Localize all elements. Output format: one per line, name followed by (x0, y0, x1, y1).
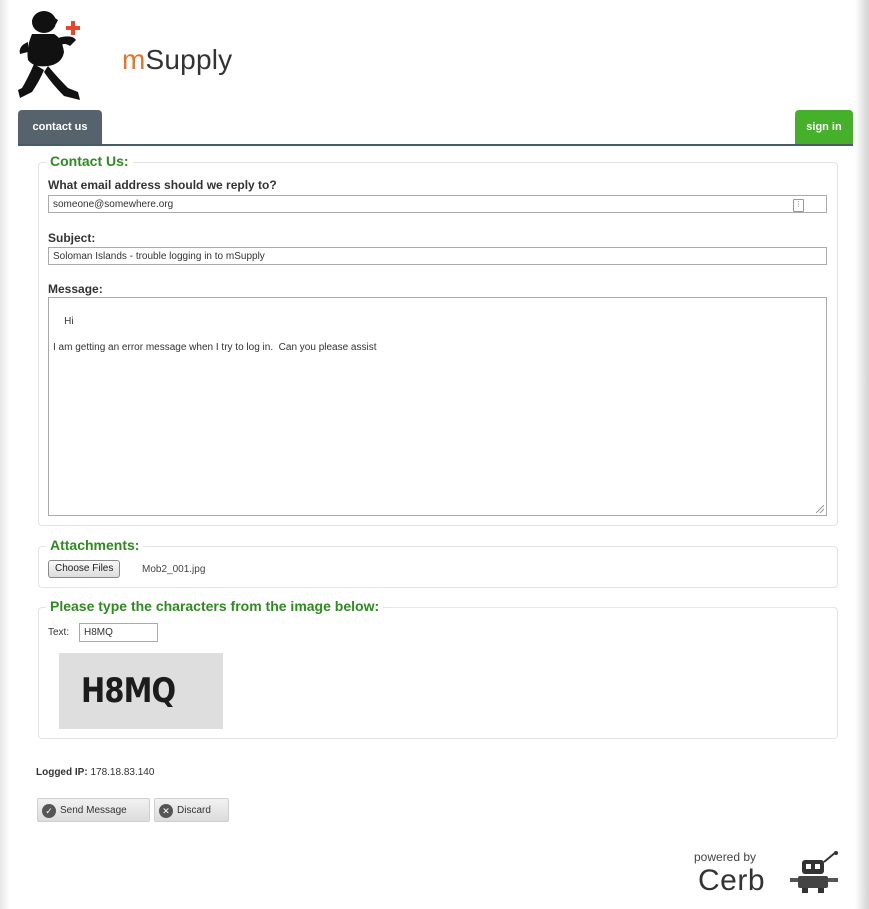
captcha-text-label: Text: (48, 627, 70, 638)
sign-in-button[interactable]: sign in (795, 110, 853, 144)
email-value: someone@somewhere.org (53, 199, 174, 210)
captcha-image: H8MQ (59, 653, 223, 729)
powered-by-text: powered by (694, 850, 757, 864)
logged-ip: Logged IP: 178.18.83.140 (36, 767, 154, 778)
check-icon: ✓ (42, 804, 56, 818)
page-shadow-left (0, 0, 10, 909)
selected-filename: Mob2_001.jpg (142, 564, 206, 575)
cerb-robot-icon (790, 851, 838, 893)
page-shadow-right (855, 0, 869, 909)
brand-name: mSupply (122, 44, 232, 76)
powered-by-cerb[interactable]: powered by Cerb (694, 850, 854, 900)
email-label: What email address should we reply to? (48, 178, 277, 192)
discard-button[interactable]: ✕ Discard (154, 798, 229, 822)
autofill-icon[interactable]: ⋮ (793, 199, 804, 212)
captcha-input[interactable]: H8MQ (79, 623, 158, 642)
choose-files-button[interactable]: Choose Files (48, 560, 121, 578)
mascot-logo-icon[interactable] (18, 8, 88, 104)
captcha-input-value: H8MQ (84, 627, 113, 638)
captcha-image-text: H8MQ (81, 671, 176, 711)
message-textarea[interactable]: Hi I am getting an error message when I … (48, 297, 827, 516)
navbar: contact us sign in (18, 110, 853, 146)
resize-grip-icon[interactable] (816, 505, 824, 513)
subject-field[interactable]: Soloman Islands - trouble logging in to … (48, 247, 827, 265)
subject-label: Subject: (48, 231, 96, 245)
logged-ip-label: Logged IP: (36, 767, 88, 778)
contact-legend: Contact Us: (46, 153, 133, 169)
brand-suffix: Supply (145, 44, 233, 75)
brand-prefix: m (122, 44, 146, 75)
tab-contact-us[interactable]: contact us (18, 110, 102, 144)
send-message-label: Send Message (60, 805, 127, 816)
send-message-button[interactable]: ✓ Send Message (37, 798, 150, 822)
email-field[interactable]: someone@somewhere.org ⋮ (48, 195, 827, 213)
close-icon: ✕ (159, 804, 173, 818)
captcha-legend: Please type the characters from the imag… (46, 598, 384, 614)
discard-label: Discard (177, 805, 211, 816)
header: mSupply (18, 8, 853, 108)
message-value: Hi I am getting an error message when I … (53, 316, 377, 353)
subject-value: Soloman Islands - trouble logging in to … (53, 251, 265, 262)
message-label: Message: (48, 282, 103, 296)
page: mSupply contact us sign in Contact Us: W… (0, 0, 869, 909)
logged-ip-value: 178.18.83.140 (90, 767, 155, 778)
cerb-wordmark: Cerb (698, 864, 766, 897)
attachments-legend: Attachments: (46, 537, 144, 553)
